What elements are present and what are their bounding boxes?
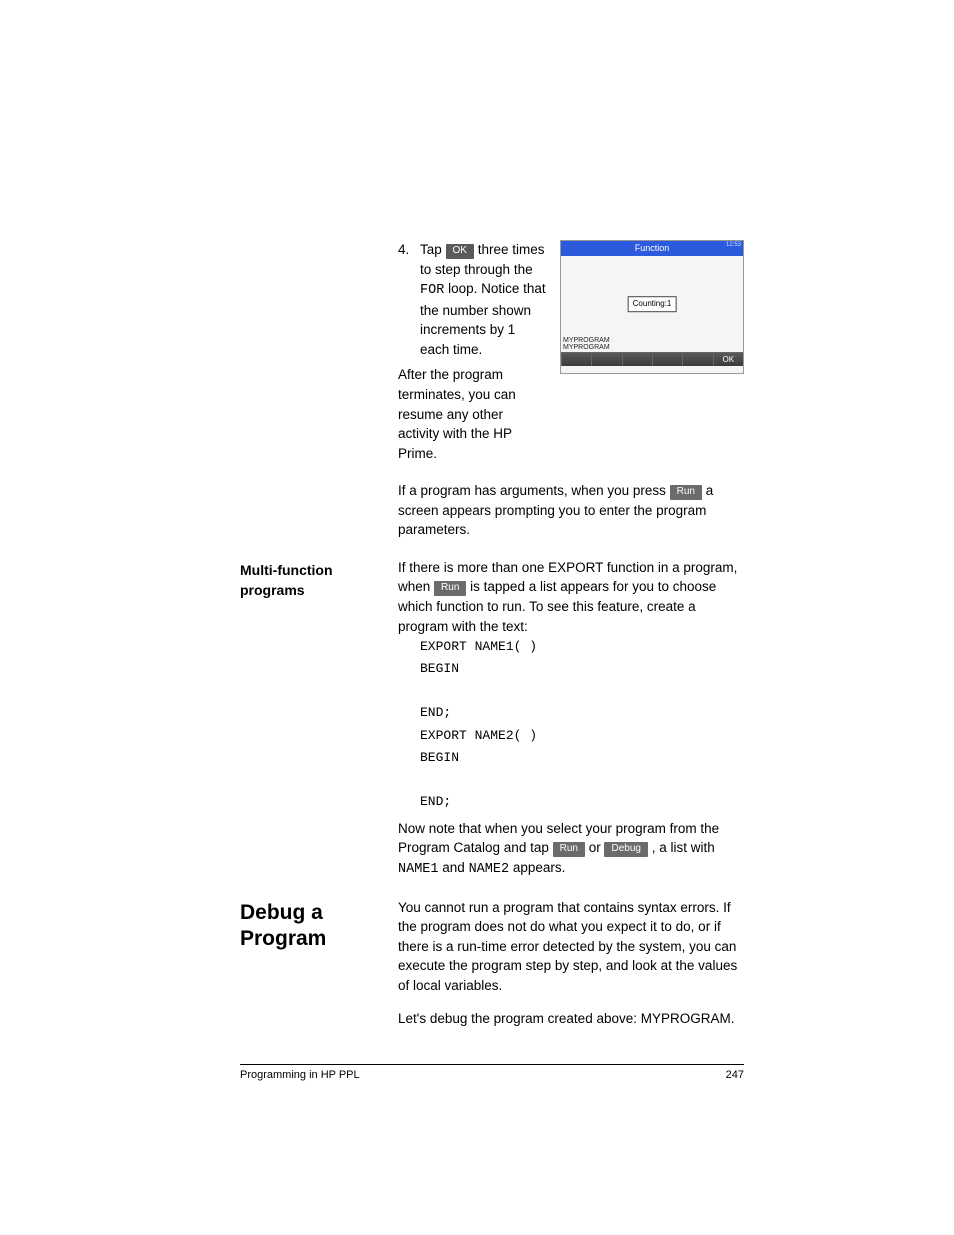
- softkey-1: [561, 352, 591, 366]
- after-program-text: After the program terminates, you can re…: [398, 365, 548, 463]
- sidebar-empty: [240, 240, 398, 242]
- multi-p1: If there is more than one EXPORT functio…: [398, 558, 744, 636]
- multi-p2: Now note that when you select your progr…: [398, 819, 744, 880]
- calc-title-text: Function: [635, 243, 670, 253]
- multi-p2-and: and: [442, 860, 468, 875]
- footer-left: Programming in HP PPL: [240, 1069, 360, 1081]
- step-number: 4.: [398, 240, 420, 359]
- multi-p2-post1: , a list with: [652, 840, 715, 855]
- multi-p2-post2: appears.: [513, 860, 566, 875]
- debug-p1: You cannot run a program that contains s…: [398, 898, 744, 996]
- footer-page-number: 247: [726, 1069, 744, 1081]
- debug-button-label: Debug: [604, 842, 647, 857]
- calc-body: Counting:1 MYPROGRAM MYPROGRAM: [561, 256, 743, 352]
- multi-body: If there is more than one EXPORT functio…: [398, 558, 744, 880]
- multi-row: Multi-function programs If there is more…: [240, 558, 744, 880]
- page-footer: Programming in HP PPL 247: [240, 1064, 744, 1081]
- calc-history: MYPROGRAM MYPROGRAM: [563, 337, 610, 352]
- step4-pre: Tap: [420, 242, 446, 257]
- calc-softkey-row: OK: [561, 352, 743, 366]
- softkey-3: [622, 352, 652, 366]
- calc-message-box: Counting:1: [628, 296, 677, 312]
- run-button-label: Run: [670, 485, 702, 500]
- debug-p2: Let's debug the program created above: M…: [398, 1009, 744, 1029]
- run-button-label-2: Run: [434, 581, 466, 596]
- calc-time: 12:53: [726, 241, 741, 250]
- code-block: EXPORT NAME1( ) BEGIN END; EXPORT NAME2(…: [420, 636, 744, 813]
- sidebar-empty-2: [240, 481, 398, 483]
- for-keyword: FOR: [420, 283, 444, 298]
- debug-body: You cannot run a program that contains s…: [398, 898, 744, 1029]
- args-pre: If a program has arguments, when you pre…: [398, 483, 670, 498]
- calc-hist-line1: MYPROGRAM: [563, 337, 610, 345]
- step4-text: Tap OK three times to step through the F…: [420, 240, 548, 359]
- softkey-ok: OK: [713, 352, 743, 366]
- calculator-screenshot: Function 12:53 Counting:1 MYPROGRAM MYPR…: [560, 240, 744, 374]
- ok-button-label: OK: [446, 244, 474, 259]
- step4: 4. Tap OK three times to step through th…: [398, 240, 548, 359]
- softkey-4: [652, 352, 682, 366]
- multi-heading: Multi-function programs: [240, 558, 398, 601]
- name2-code: NAME2: [469, 862, 510, 877]
- step4-body: 4. Tap OK three times to step through th…: [398, 240, 744, 463]
- step4-row: 4. Tap OK three times to step through th…: [240, 240, 744, 463]
- main-column: 4. Tap OK three times to step through th…: [240, 240, 744, 1029]
- softkey-5: [682, 352, 712, 366]
- softkey-2: [591, 352, 621, 366]
- args-body: If a program has arguments, when you pre…: [398, 481, 744, 540]
- run-button-label-3: Run: [553, 842, 585, 857]
- args-row: If a program has arguments, when you pre…: [240, 481, 744, 540]
- document-page: 4. Tap OK three times to step through th…: [0, 0, 954, 1235]
- name1-code: NAME1: [398, 862, 439, 877]
- debug-heading: Debug a Program: [240, 898, 398, 953]
- multi-p2-or: or: [589, 840, 605, 855]
- debug-row: Debug a Program You cannot run a program…: [240, 898, 744, 1029]
- calc-hist-line2: MYPROGRAM: [563, 344, 610, 352]
- calc-titlebar: Function 12:53: [561, 241, 743, 256]
